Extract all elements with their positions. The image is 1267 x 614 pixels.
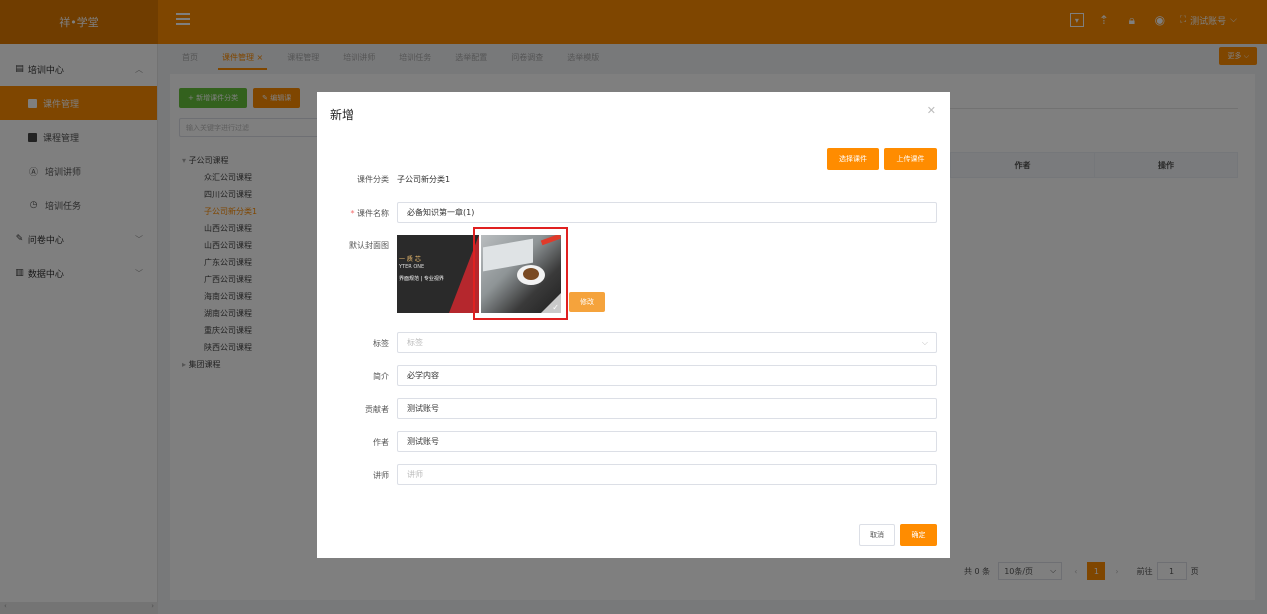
lecturer-label: 讲师 [373, 471, 389, 480]
modify-cover-button[interactable]: 修改 [569, 292, 605, 312]
close-icon[interactable]: ✕ [927, 104, 936, 117]
name-label: * 课件名称 [350, 209, 389, 218]
lecturer-input[interactable]: 讲师 [397, 464, 937, 485]
category-label: 课件分类 [357, 175, 389, 184]
cover-image-default[interactable]: 一 质 芯 YTER ONE 界面规范 | 专业视界 [397, 235, 479, 313]
contributor-input[interactable]: 测试账号 [397, 398, 937, 419]
select-courseware-button[interactable]: 选择课件 [827, 148, 879, 170]
dialog-title: 新增 [330, 108, 355, 122]
contributor-label: 贡献者 [365, 405, 389, 414]
category-value: 子公司新分类1 [397, 175, 451, 184]
intro-input[interactable]: 必学内容 [397, 365, 937, 386]
tag-select[interactable]: 标签 ⌵ [397, 332, 937, 353]
tag-label: 标签 [373, 339, 389, 348]
check-icon: ✓ [552, 303, 559, 312]
confirm-button[interactable]: 确定 [900, 524, 937, 546]
cover-label: 默认封面图 [349, 241, 389, 250]
cancel-button[interactable]: 取消 [859, 524, 895, 546]
upload-courseware-button[interactable]: 上传课件 [884, 148, 937, 170]
courseware-name-input[interactable]: 必备知识第一章(1) [397, 202, 937, 223]
intro-label: 简介 [373, 372, 389, 381]
author-input[interactable]: 测试账号 [397, 431, 937, 452]
author-label: 作者 [373, 438, 389, 447]
add-courseware-dialog: 新增 ✕ 选择课件 上传课件 课件分类 子公司新分类1 * 课件名称 必备知识第… [317, 92, 950, 558]
cover-image-selected[interactable]: ✓ [481, 235, 561, 313]
chevron-down-icon: ⌵ [921, 337, 928, 347]
